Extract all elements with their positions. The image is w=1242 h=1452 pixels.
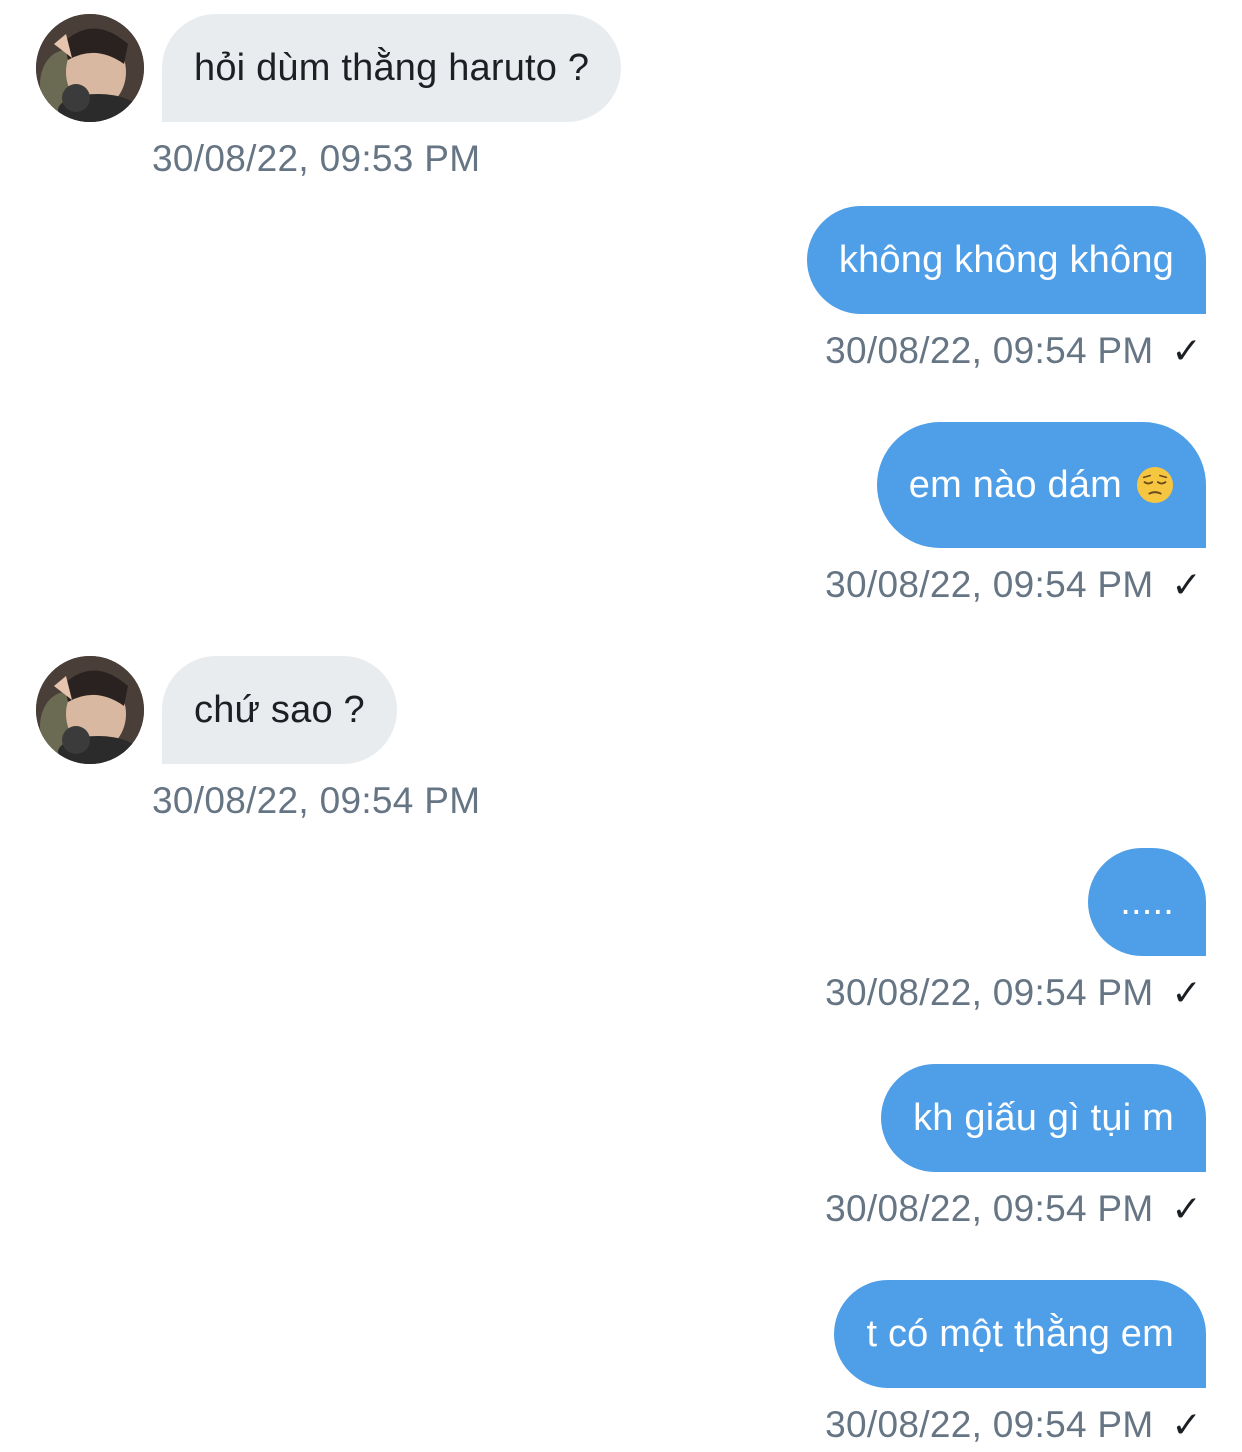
message-timestamp: 30/08/22, 09:54 PM (825, 564, 1154, 605)
sent-check-icon: ✓ (1171, 330, 1202, 371)
message-bubble[interactable]: hỏi dùm thằng haruto ? (162, 14, 622, 122)
sent-check-icon: ✓ (1171, 564, 1202, 605)
message-meta: 30/08/22, 09:54 PM ✓ (825, 972, 1202, 1014)
message-text: t có một thằng em (866, 1312, 1174, 1355)
message-meta: 30/08/22, 09:54 PM ✓ (825, 1404, 1202, 1446)
sent-check-icon: ✓ (1171, 1404, 1202, 1445)
message-text: không không không (838, 238, 1174, 281)
message-bubble[interactable]: không không không (806, 206, 1206, 314)
message-thread: hỏi dùm thằng haruto ? 30/08/22, 09:53 P… (0, 0, 1242, 1452)
message-bubble[interactable]: chứ sao ? (162, 656, 397, 764)
avatar-photo-icon (36, 656, 144, 764)
message-text: ..... (1120, 880, 1174, 923)
message-bubble[interactable]: t có một thằng em (834, 1280, 1206, 1388)
pensive-face-icon (1136, 466, 1174, 504)
message-timestamp: 30/08/22, 09:54 PM (152, 780, 481, 821)
avatar-photo-icon (36, 14, 144, 122)
message-meta: 30/08/22, 09:54 PM ✓ (825, 1188, 1202, 1230)
avatar[interactable] (36, 14, 144, 122)
message-meta: 30/08/22, 09:54 PM ✓ (825, 330, 1202, 372)
message-bubble[interactable]: kh giấu gì tụi m (881, 1064, 1206, 1172)
message-timestamp: 30/08/22, 09:54 PM (825, 972, 1154, 1013)
message-meta: 30/08/22, 09:54 PM ✓ (825, 564, 1202, 606)
message-timestamp: 30/08/22, 09:54 PM (825, 330, 1154, 371)
message-text: kh giấu gì tụi m (913, 1096, 1174, 1139)
message-bubble[interactable]: em nào dám (876, 422, 1206, 548)
message-bubble[interactable]: ..... (1088, 848, 1206, 956)
message-text: em nào dám (908, 463, 1122, 506)
avatar[interactable] (36, 656, 144, 764)
sent-check-icon: ✓ (1171, 1188, 1202, 1229)
message-timestamp: 30/08/22, 09:54 PM (825, 1404, 1154, 1445)
message-timestamp: 30/08/22, 09:53 PM (152, 138, 481, 179)
message-timestamp: 30/08/22, 09:54 PM (825, 1188, 1154, 1229)
message-text: hỏi dùm thằng haruto ? (194, 46, 590, 89)
message-text: chứ sao ? (194, 688, 365, 731)
sent-check-icon: ✓ (1171, 972, 1202, 1013)
